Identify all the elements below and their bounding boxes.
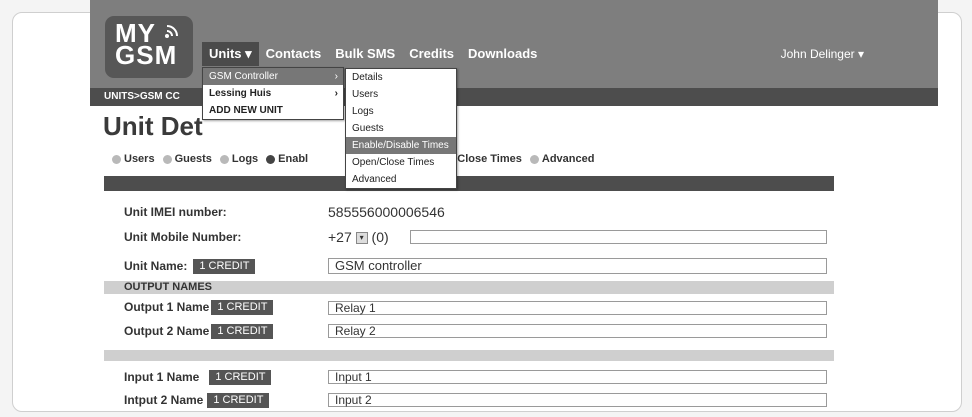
imei-label: Unit IMEI number: <box>124 205 227 219</box>
units-dropdown-menu: GSM Controller › Lessing Huis › ADD NEW UN… <box>202 67 344 120</box>
nav-bulk-sms[interactable]: Bulk SMS <box>328 42 402 66</box>
input1-row: Input 1 Name 1 CREDIT Input 1 <box>104 366 834 388</box>
submenu-users[interactable]: Users <box>346 86 456 103</box>
signal-icon <box>165 25 178 38</box>
mygsm-logo[interactable]: MY GSM <box>105 16 193 78</box>
output2-input[interactable]: Relay 2 <box>328 324 827 338</box>
main-nav: Units ▾ Contacts Bulk SMS Credits Downlo… <box>202 42 544 66</box>
output2-row: Output 2 Name 1 CREDIT Relay 2 <box>104 320 834 342</box>
output2-label: Output 2 Name 1 CREDIT <box>124 320 274 342</box>
tab-enable[interactable]: Enabl <box>266 153 308 165</box>
submenu-logs[interactable]: Logs <box>346 103 456 120</box>
chevron-down-icon[interactable]: ▾ <box>355 232 368 245</box>
submenu-advanced[interactable]: Advanced <box>346 171 456 188</box>
breadcrumb[interactable]: UNITS>GSM CC <box>104 91 180 102</box>
nav-contacts[interactable]: Contacts <box>259 42 329 66</box>
tab-users[interactable]: Users <box>112 153 155 165</box>
mobile-zero-prefix: (0) <box>371 229 389 245</box>
submenu-details[interactable]: Details <box>346 69 456 86</box>
section-divider <box>104 350 834 361</box>
submenu-open-close-times[interactable]: Open/Close Times <box>346 154 456 171</box>
mobile-row: Unit Mobile Number: +27 ▾ (0) <box>104 226 834 248</box>
menu-item-add-new-unit[interactable]: ADD NEW UNIT <box>203 102 343 119</box>
unit-name-label: Unit Name: 1 CREDIT <box>124 255 256 277</box>
tab-advanced[interactable]: Advanced <box>529 153 594 165</box>
input2-row: Intput 2 Name 1 CREDIT Input 2 <box>104 389 834 411</box>
advanced-icon <box>529 154 539 164</box>
imei-row: Unit IMEI number: 585556000006546 <box>104 201 834 223</box>
credit-badge: 1 CREDIT <box>209 370 272 386</box>
country-code-select[interactable]: +27 ▾ (0) <box>328 226 389 248</box>
mobile-number-input[interactable] <box>410 230 827 244</box>
user-menu[interactable]: John Delinger ▾ <box>781 47 864 61</box>
input2-label: Intput 2 Name 1 CREDIT <box>124 389 270 411</box>
input2-input[interactable]: Input 2 <box>328 393 827 407</box>
nav-units[interactable]: Units ▾ <box>202 42 259 66</box>
imei-value: 585556000006546 <box>328 204 445 220</box>
credit-badge: 1 CREDIT <box>207 393 270 409</box>
tab-guests[interactable]: Guests <box>162 153 212 165</box>
credit-badge: 1 CREDIT <box>193 259 256 275</box>
menu-item-gsm-controller[interactable]: GSM Controller › <box>203 68 343 85</box>
credit-badge: 1 CREDIT <box>211 324 274 340</box>
output-names-heading: OUTPUT NAMES <box>104 281 834 294</box>
controller-submenu: Details Users Logs Guests Enable/Disable… <box>345 68 457 189</box>
nav-credits[interactable]: Credits <box>402 42 461 66</box>
credit-badge: 1 CREDIT <box>211 300 274 316</box>
form-header-bar <box>104 176 834 191</box>
users-icon <box>112 154 121 164</box>
enable-icon <box>266 154 276 164</box>
nav-downloads[interactable]: Downloads <box>461 42 544 66</box>
output1-label: Output 1 Name 1 CREDIT <box>124 296 274 318</box>
logs-icon <box>219 154 229 164</box>
input1-label: Input 1 Name 1 CREDIT <box>124 366 272 388</box>
unit-name-input[interactable]: GSM controller <box>328 258 827 274</box>
input1-input[interactable]: Input 1 <box>328 370 827 384</box>
output1-input[interactable]: Relay 1 <box>328 301 827 315</box>
submenu-enable-disable-times[interactable]: Enable/Disable Times <box>346 137 456 154</box>
unit-name-row: Unit Name: 1 CREDIT GSM controller <box>104 255 834 277</box>
output1-row: Output 1 Name 1 CREDIT Relay 1 <box>104 296 834 318</box>
menu-item-lessing-huis[interactable]: Lessing Huis › <box>203 85 343 102</box>
submenu-guests[interactable]: Guests <box>346 120 456 137</box>
guests-icon <box>162 154 172 164</box>
mobile-label: Unit Mobile Number: <box>124 230 242 244</box>
tab-logs[interactable]: Logs <box>219 153 258 165</box>
